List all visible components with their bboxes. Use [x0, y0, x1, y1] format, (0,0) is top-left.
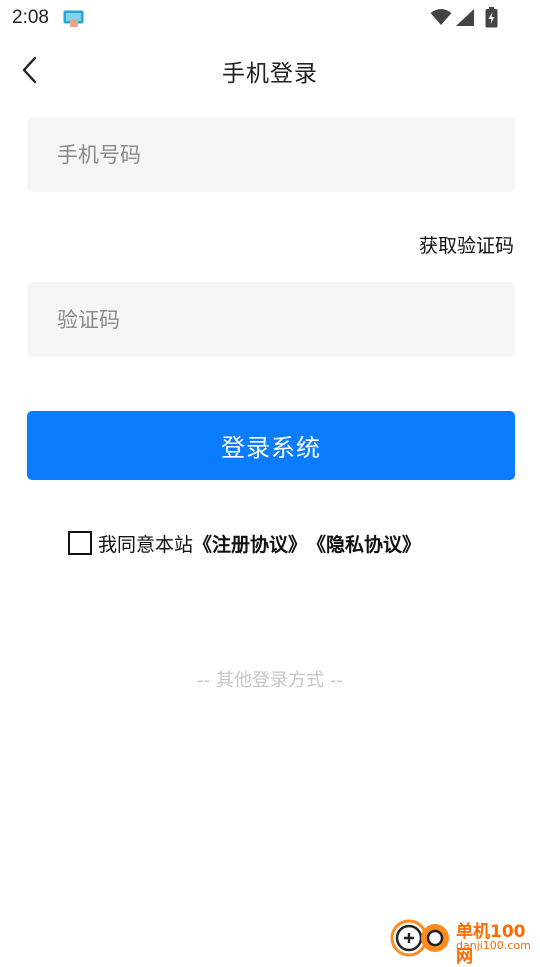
tablet-app-icon — [63, 10, 84, 27]
terms-agreement-link[interactable]: 《注册协议》 — [193, 530, 307, 557]
login-button[interactable]: 登录系统 — [27, 411, 515, 480]
watermark-url: danji100.com — [456, 939, 531, 952]
status-time: 2:08 — [12, 7, 49, 28]
page-title: 手机登录 — [222, 61, 318, 87]
wifi-icon — [430, 8, 452, 30]
get-verification-code-button[interactable]: 获取验证码 — [419, 231, 514, 258]
battery-charging-icon — [485, 7, 498, 32]
phone-number-input[interactable] — [27, 117, 515, 192]
status-bar: 2:08 — [0, 0, 540, 36]
agreement-row: 我同意本站 《注册协议》 《隐私协议》 — [68, 530, 421, 556]
other-login-methods-label: -- 其他登录方式 -- — [197, 670, 343, 691]
verification-code-input[interactable] — [27, 282, 515, 357]
site-watermark: 单机100网 danji100.com — [390, 915, 540, 967]
cellular-signal-icon — [455, 8, 475, 31]
agreement-text: 我同意本站 — [98, 533, 194, 556]
agreement-checkbox[interactable] — [68, 531, 92, 555]
app-header: 手机登录 — [0, 40, 540, 100]
watermark-logo-icon — [390, 915, 452, 957]
privacy-agreement-link[interactable]: 《隐私协议》 — [307, 530, 421, 557]
